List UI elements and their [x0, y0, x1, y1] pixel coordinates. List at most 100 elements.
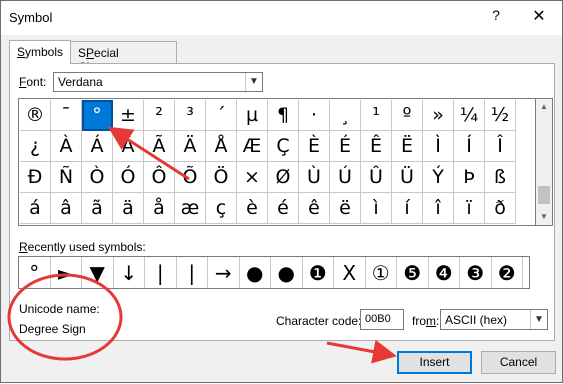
symbol-cell[interactable]: ´: [206, 100, 237, 131]
recent-symbol-cell[interactable]: ●: [271, 257, 303, 288]
symbol-cell[interactable]: Í: [454, 131, 485, 162]
recent-symbols-bar[interactable]: ° ► ▼ ↓ | | → ● ● ❶ X ① ❺ ❹ ❸ ❷: [18, 256, 530, 289]
recent-symbol-cell[interactable]: ●: [240, 257, 271, 288]
symbol-cell[interactable]: Î: [485, 131, 516, 162]
symbol-cell[interactable]: Û: [361, 162, 392, 193]
symbol-cell[interactable]: Á: [82, 131, 113, 162]
help-icon[interactable]: ?: [485, 7, 507, 23]
symbol-cell[interactable]: ·: [299, 100, 330, 131]
character-code-input[interactable]: 00B0: [360, 309, 404, 330]
recent-symbol-cell[interactable]: ▼: [82, 257, 114, 288]
symbol-cell[interactable]: ½: [485, 100, 516, 131]
symbol-cell[interactable]: Ä: [175, 131, 206, 162]
symbol-cell[interactable]: È: [299, 131, 330, 162]
symbol-cell[interactable]: ì: [361, 193, 392, 224]
symbol-cell[interactable]: ¯: [51, 100, 82, 131]
symbol-cell[interactable]: ×: [237, 162, 268, 193]
cancel-button[interactable]: Cancel: [481, 351, 556, 374]
symbol-cell[interactable]: Ø: [268, 162, 299, 193]
from-dropdown[interactable]: ASCII (hex) ▼: [440, 309, 548, 330]
symbol-cell[interactable]: ê: [299, 193, 330, 224]
symbol-cell[interactable]: ä: [113, 193, 144, 224]
symbol-cell[interactable]: Ç: [268, 131, 299, 162]
symbol-cell[interactable]: ç: [206, 193, 237, 224]
scroll-thumb[interactable]: [538, 186, 550, 204]
symbol-cell[interactable]: ð: [485, 193, 516, 224]
symbol-cell[interactable]: Ù: [299, 162, 330, 193]
symbol-cell[interactable]: ¿: [20, 131, 51, 162]
symbol-grid[interactable]: ® ¯ ° ± ² ³ ´ µ ¶ · ¸ ¹ º» ¼ ½ ¿ À Á Â Ã Ä Å Æ Ç È É Ê Ë Ì Í Î Ð Ñ Ò Ó Ô Õ Ö ×…: [18, 98, 536, 226]
symbol-cell[interactable]: Þ: [454, 162, 485, 193]
recent-symbol-cell[interactable]: ①: [366, 257, 397, 288]
symbol-cell[interactable]: ï: [454, 193, 485, 224]
symbol-cell[interactable]: Ê: [361, 131, 392, 162]
symbol-cell[interactable]: Ü: [392, 162, 423, 193]
from-label: from:: [412, 314, 439, 328]
tab-special-characters[interactable]: SPecial Characters: [70, 41, 177, 74]
symbol-cell[interactable]: Ò: [82, 162, 113, 193]
symbol-cell[interactable]: ¸: [330, 100, 361, 131]
symbol-cell[interactable]: Ô: [144, 162, 175, 193]
symbol-cell[interactable]: á: [20, 193, 51, 224]
symbol-cell[interactable]: ²: [144, 100, 175, 131]
symbol-cell[interactable]: ±: [113, 100, 144, 131]
insert-button[interactable]: Insert: [397, 351, 472, 374]
symbol-cell[interactable]: ¶: [268, 100, 299, 131]
symbol-cell[interactable]: Ú: [330, 162, 361, 193]
symbol-cell[interactable]: í: [392, 193, 423, 224]
symbol-cell[interactable]: Ñ: [51, 162, 82, 193]
symbol-cell[interactable]: Â: [113, 131, 144, 162]
symbol-cell[interactable]: î: [423, 193, 454, 224]
symbol-cell[interactable]: å: [144, 193, 175, 224]
symbol-cell[interactable]: Æ: [237, 131, 268, 162]
symbol-cell[interactable]: º: [392, 100, 423, 131]
symbol-cell[interactable]: »: [423, 100, 454, 131]
chevron-down-icon[interactable]: ▼: [530, 310, 547, 329]
symbol-cell[interactable]: À: [51, 131, 82, 162]
close-icon[interactable]: ✕: [528, 6, 550, 26]
symbol-cell[interactable]: Ý: [423, 162, 454, 193]
symbol-cell[interactable]: é: [268, 193, 299, 224]
symbol-cell[interactable]: â: [51, 193, 82, 224]
symbol-cell[interactable]: è: [237, 193, 268, 224]
symbol-cell[interactable]: ë: [330, 193, 361, 224]
recent-symbol-cell[interactable]: →: [208, 257, 240, 288]
recent-symbol-cell[interactable]: |: [177, 257, 208, 288]
recent-symbol-cell[interactable]: ❹: [429, 257, 460, 288]
symbol-cell[interactable]: ¹: [361, 100, 392, 131]
symbol-cell[interactable]: ¼: [454, 100, 485, 131]
symbol-cell[interactable]: ã: [82, 193, 113, 224]
recent-symbol-cell[interactable]: ►: [51, 257, 82, 288]
symbol-cell[interactable]: Å: [206, 131, 237, 162]
chevron-down-icon[interactable]: ▼: [245, 73, 262, 91]
symbol-cell[interactable]: Ð: [20, 162, 51, 193]
recent-symbol-cell[interactable]: |: [145, 257, 177, 288]
symbol-cell[interactable]: ß: [485, 162, 516, 193]
recent-symbol-cell[interactable]: ❷: [492, 257, 523, 288]
symbol-grid-scrollbar[interactable]: ▲ ▼: [536, 98, 553, 226]
recent-symbol-cell[interactable]: ❸: [460, 257, 492, 288]
recent-symbol-cell[interactable]: X: [334, 257, 366, 288]
symbol-cell[interactable]: Ã: [144, 131, 175, 162]
tab-symbols[interactable]: Symbols: [9, 40, 71, 64]
scroll-up-icon[interactable]: ▲: [536, 99, 552, 115]
symbol-cell[interactable]: Ë: [392, 131, 423, 162]
symbol-cell[interactable]: Ö: [206, 162, 237, 193]
recent-symbol-cell[interactable]: ❶: [303, 257, 334, 288]
scroll-down-icon[interactable]: ▼: [536, 209, 552, 225]
symbol-cell[interactable]: É: [330, 131, 361, 162]
symbol-dialog: Symbol ? ✕ Symbols SPecial Characters Fo…: [0, 0, 563, 383]
symbol-cell[interactable]: ³: [175, 100, 206, 131]
symbol-cell[interactable]: æ: [175, 193, 206, 224]
symbol-cell[interactable]: µ: [237, 100, 268, 131]
symbol-cell[interactable]: Õ: [175, 162, 206, 193]
recent-symbol-cell[interactable]: ↓: [114, 257, 145, 288]
symbol-cell[interactable]: ®: [20, 100, 51, 131]
symbol-cell[interactable]: Ì: [423, 131, 454, 162]
recent-symbol-cell[interactable]: ❺: [397, 257, 429, 288]
symbol-cell[interactable]: Ó: [113, 162, 144, 193]
font-dropdown[interactable]: Verdana ▼: [53, 72, 263, 92]
recent-symbol-cell[interactable]: °: [19, 257, 51, 288]
tab-special-pre: S: [78, 46, 87, 60]
symbol-cell[interactable]: °: [82, 100, 113, 131]
